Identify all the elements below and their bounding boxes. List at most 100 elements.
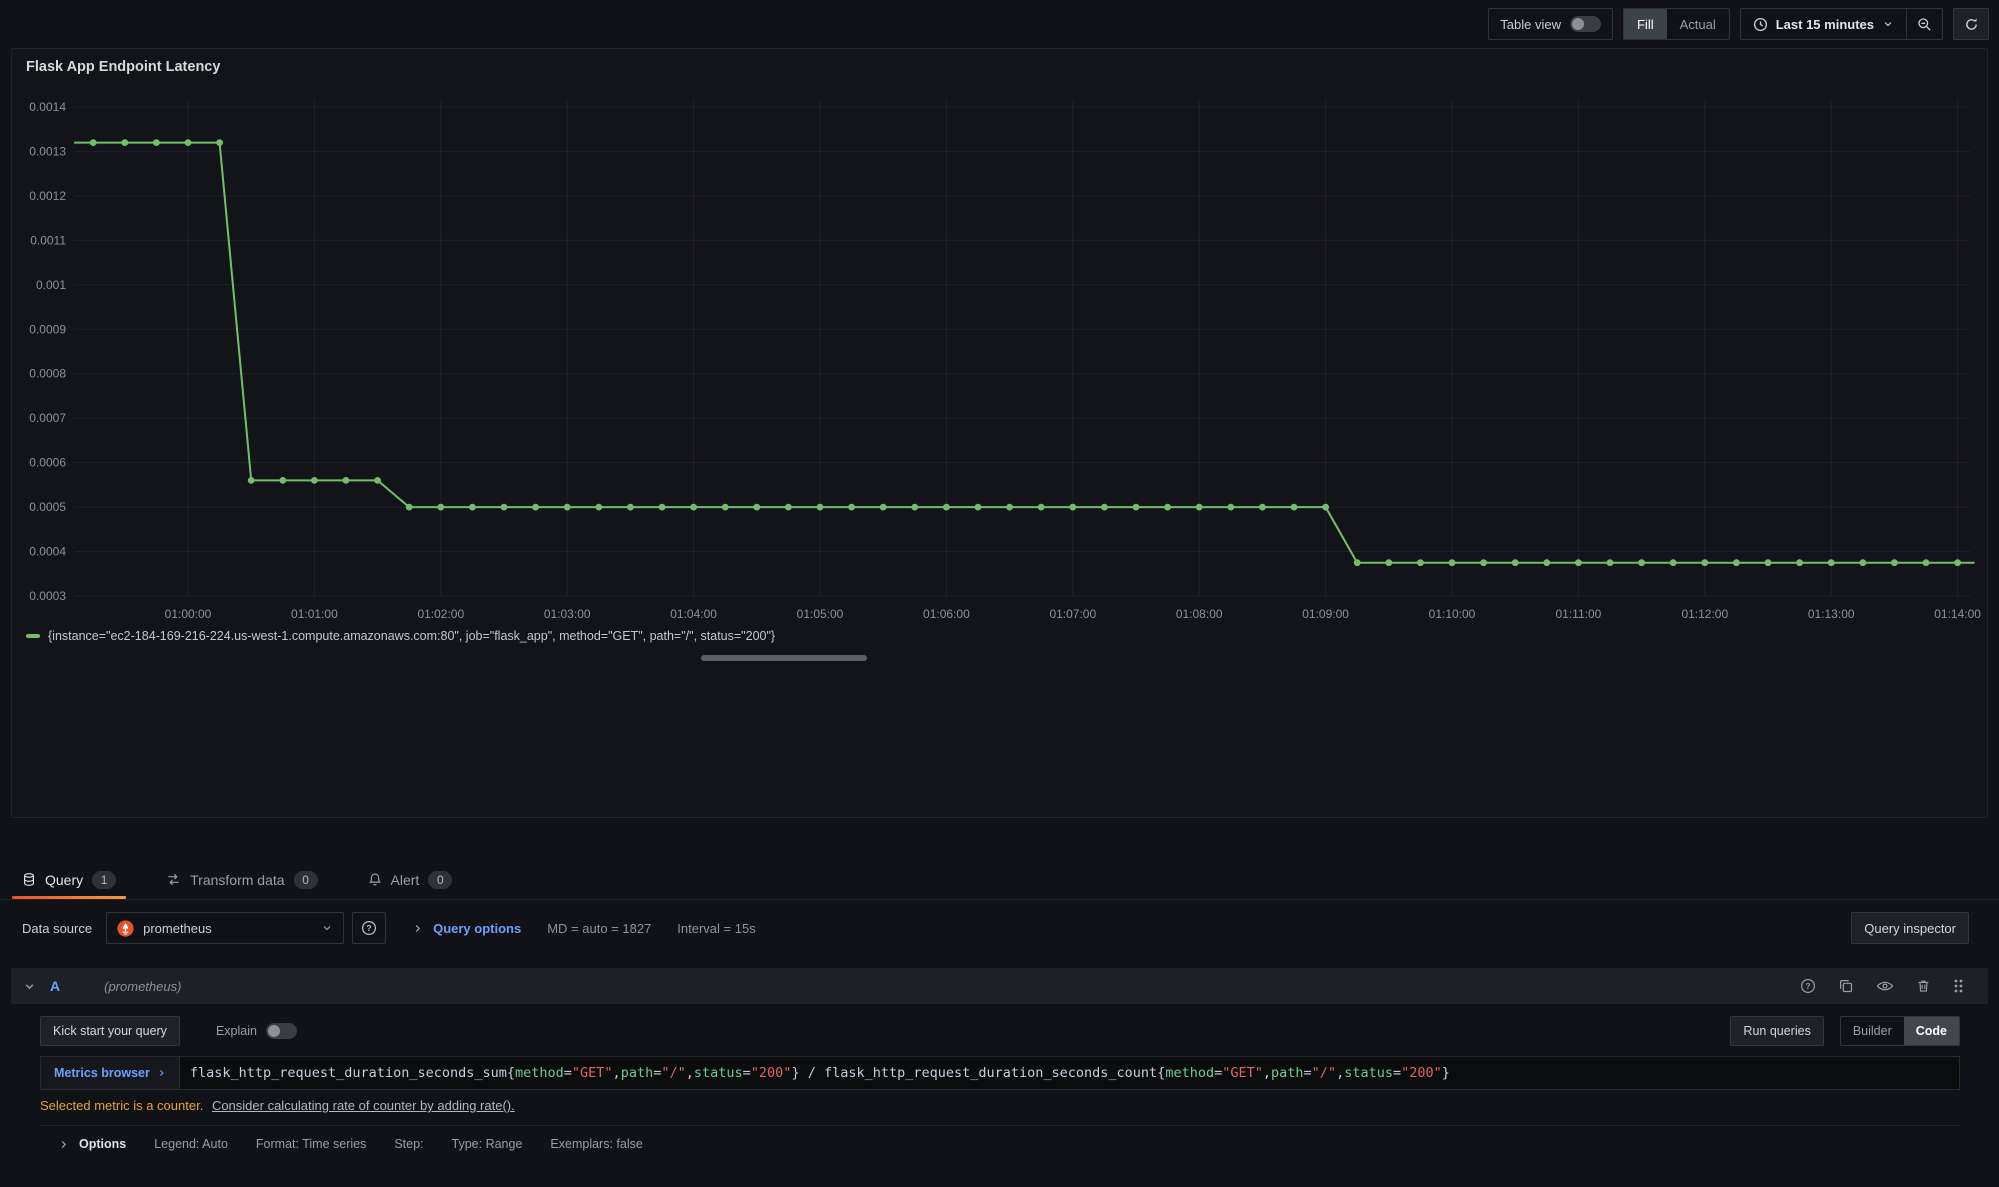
svg-text:01:03:00: 01:03:00	[544, 607, 591, 621]
timeseries-panel: Flask App Endpoint Latency 0.0014 0.0013 0…	[11, 48, 1988, 818]
explain-group: Explain	[216, 1023, 297, 1039]
magnifier-minus-icon	[1917, 17, 1932, 32]
options-label: Options	[79, 1137, 126, 1151]
svg-text:01:10:00: 01:10:00	[1429, 607, 1476, 621]
table-view-toggle[interactable]	[1570, 16, 1601, 32]
svg-text:0.0009: 0.0009	[29, 322, 66, 336]
svg-text:0.0014: 0.0014	[29, 100, 66, 114]
svg-text:0.0007: 0.0007	[29, 411, 66, 425]
query-card: A (prometheus) ? Kick start your query E…	[11, 968, 1988, 1151]
tab-query-count: 1	[92, 871, 116, 889]
editor-tabs: Query 1 Transform data 0 Alert 0	[0, 860, 1999, 900]
panel-title[interactable]: Flask App Endpoint Latency	[26, 59, 220, 75]
tab-query[interactable]: Query 1	[10, 860, 128, 899]
svg-text:0.0012: 0.0012	[29, 189, 66, 203]
refresh-button[interactable]	[1953, 8, 1989, 40]
time-range-button[interactable]: Last 15 minutes	[1741, 9, 1906, 39]
query-datasource-hint: (prometheus)	[104, 979, 181, 994]
delete-query-icon[interactable]	[1916, 978, 1931, 994]
drag-handle-icon[interactable]	[1953, 978, 1964, 994]
counter-warning-row: Selected metric is a counter. Consider c…	[40, 1098, 1960, 1113]
help-icon: ?	[361, 920, 377, 936]
datasource-row: Data source prometheus ? Query options M…	[0, 900, 1999, 956]
svg-text:01:08:00: 01:08:00	[1176, 607, 1223, 621]
panel-toolbar: Table view Fill Actual Last 15 minutes	[0, 0, 1999, 48]
svg-text:01:00:00: 01:00:00	[165, 607, 212, 621]
svg-text:0.0008: 0.0008	[29, 367, 66, 381]
toggle-knob	[1572, 18, 1584, 30]
actual-button[interactable]: Actual	[1667, 9, 1729, 39]
toggle-knob	[268, 1025, 280, 1037]
query-inspector-button[interactable]: Query inspector	[1851, 912, 1969, 944]
run-queries-button[interactable]: Run queries	[1730, 1016, 1823, 1046]
metrics-browser-label: Metrics browser	[54, 1066, 150, 1080]
options-toggle[interactable]: Options	[58, 1137, 126, 1151]
svg-text:01:01:00: 01:01:00	[291, 607, 338, 621]
interval-text: Interval = 15s	[677, 921, 755, 936]
svg-text:01:04:00: 01:04:00	[670, 607, 717, 621]
series-label: {instance="ec2-184-169-216-224.us-west-1…	[48, 629, 775, 643]
datasource-label: Data source	[22, 921, 92, 936]
svg-text:01:13:00: 01:13:00	[1808, 607, 1855, 621]
panel-editor-bottom: Query 1 Transform data 0 Alert 0 Data so…	[0, 860, 1999, 1151]
promql-editor-row: Metrics browser flask_http_request_durat…	[40, 1056, 1960, 1090]
max-data-points-text: MD = auto = 1827	[547, 921, 651, 936]
table-view-group: Table view	[1488, 8, 1613, 40]
tab-transform-data[interactable]: Transform data 0	[154, 860, 329, 899]
query-editor-body: Kick start your query Explain Run querie…	[11, 1004, 1988, 1151]
chevron-right-icon	[58, 1139, 69, 1150]
options-step: Step:	[394, 1137, 423, 1151]
svg-text:01:14:00: 01:14:00	[1934, 607, 1981, 621]
svg-text:0.0011: 0.0011	[30, 233, 66, 247]
table-view-label: Table view	[1500, 17, 1561, 32]
query-ref-id: A	[50, 978, 60, 994]
options-legend: Legend: Auto	[154, 1137, 228, 1151]
chevron-down-icon	[321, 922, 333, 934]
code-mode-button[interactable]: Code	[1904, 1017, 1959, 1045]
warning-text: Selected metric is a counter.	[40, 1098, 203, 1113]
tab-alert-count: 0	[428, 871, 452, 889]
zoom-out-button[interactable]	[1906, 9, 1942, 39]
svg-text:01:06:00: 01:06:00	[923, 607, 970, 621]
tab-alert[interactable]: Alert 0	[356, 860, 465, 899]
svg-text:0.0013: 0.0013	[29, 145, 66, 159]
chevron-down-icon	[1882, 18, 1894, 30]
query-options: Query options MD = auto = 1827 Interval …	[412, 921, 756, 936]
help-icon[interactable]: ?	[1800, 978, 1816, 994]
query-options-toggle[interactable]: Query options	[433, 921, 521, 936]
tab-transform-count: 0	[294, 871, 318, 889]
chevron-right-icon[interactable]	[412, 923, 423, 934]
datasource-picker[interactable]: prometheus	[106, 912, 344, 944]
explain-toggle[interactable]	[266, 1023, 297, 1039]
duplicate-query-icon[interactable]	[1838, 978, 1854, 994]
horizontal-scrollbar[interactable]	[701, 655, 867, 661]
warning-rate-link[interactable]: Consider calculating rate of counter by …	[212, 1098, 515, 1113]
view-mode-group: Fill Actual	[1623, 8, 1730, 40]
transform-icon	[166, 872, 181, 887]
svg-text:?: ?	[366, 923, 371, 933]
tab-alert-label: Alert	[391, 872, 420, 888]
svg-text:01:09:00: 01:09:00	[1302, 607, 1349, 621]
svg-text:0.0003: 0.0003	[29, 589, 66, 603]
active-tab-underline	[12, 896, 126, 899]
datasource-help-button[interactable]: ?	[352, 912, 386, 944]
toggle-visibility-icon[interactable]	[1876, 978, 1894, 994]
time-range-label: Last 15 minutes	[1776, 17, 1874, 32]
svg-text:01:11:00: 01:11:00	[1555, 607, 1601, 621]
series-color-dash	[26, 634, 40, 638]
time-picker-group: Last 15 minutes	[1740, 8, 1943, 40]
svg-text:01:07:00: 01:07:00	[1049, 607, 1096, 621]
fill-button[interactable]: Fill	[1624, 9, 1667, 39]
query-row-header[interactable]: A (prometheus) ?	[11, 968, 1988, 1004]
promql-query-input[interactable]: flask_http_request_duration_seconds_sum{…	[180, 1056, 1960, 1090]
metrics-browser-button[interactable]: Metrics browser	[40, 1056, 180, 1090]
kick-start-query-button[interactable]: Kick start your query	[40, 1016, 180, 1046]
options-type: Type: Range	[452, 1137, 523, 1151]
refresh-icon	[1964, 17, 1979, 32]
chart-legend-item[interactable]: {instance="ec2-184-169-216-224.us-west-1…	[26, 629, 775, 643]
prometheus-logo-icon	[117, 920, 134, 937]
svg-text:0.0004: 0.0004	[29, 545, 66, 559]
collapse-chevron-icon[interactable]	[23, 980, 36, 993]
builder-mode-button[interactable]: Builder	[1841, 1017, 1904, 1045]
options-format: Format: Time series	[256, 1137, 366, 1151]
